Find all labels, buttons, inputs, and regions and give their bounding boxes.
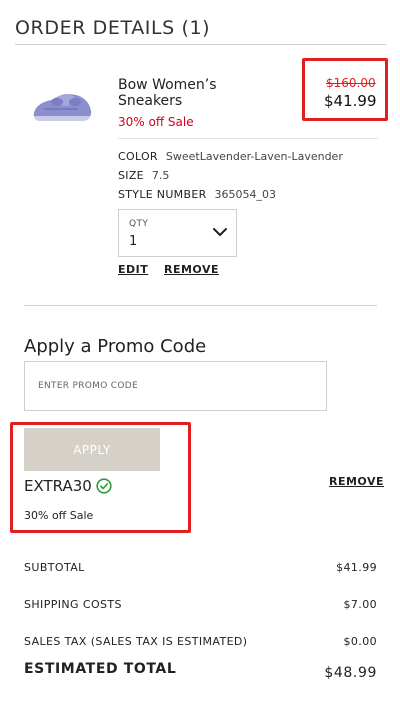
edit-item-link[interactable]: EDIT <box>118 263 148 276</box>
color-label: COLOR <box>118 150 158 163</box>
remove-promo-link[interactable]: REMOVE <box>329 475 384 488</box>
sales-tax-row: SALES TAX (SALES TAX IS ESTIMATED) $0.00 <box>24 635 377 648</box>
promo-code-input[interactable] <box>24 361 327 411</box>
size-label: SIZE <box>118 169 144 182</box>
sales-tax-value: $0.00 <box>343 635 377 648</box>
estimated-total-value: $48.99 <box>324 665 377 681</box>
subtotal-label: SUBTOTAL <box>24 561 85 574</box>
product-divider <box>118 138 378 139</box>
check-circle-icon <box>96 478 112 494</box>
style-number-attribute: STYLE NUMBER 365054_03 <box>118 188 276 201</box>
style-number-label: STYLE NUMBER <box>118 188 207 201</box>
remove-item-link[interactable]: REMOVE <box>164 263 219 276</box>
size-value: 7.5 <box>151 169 170 182</box>
apply-promo-button[interactable]: APPLY <box>24 428 160 471</box>
original-price: $160.00 <box>326 76 376 90</box>
section-divider <box>24 305 377 306</box>
quantity-value: 1 <box>129 234 138 249</box>
size-attribute: SIZE 7.5 <box>118 169 169 182</box>
subtotal-value: $41.99 <box>336 561 377 574</box>
shipping-value: $7.00 <box>343 598 377 611</box>
estimated-total-row: ESTIMATED TOTAL $48.99 <box>24 661 377 681</box>
style-number-value: 365054_03 <box>214 188 277 201</box>
quantity-label: QTY <box>129 219 149 229</box>
sales-tax-label: SALES TAX (SALES TAX IS ESTIMATED) <box>24 635 248 648</box>
estimated-total-label: ESTIMATED TOTAL <box>24 661 177 677</box>
product-name[interactable]: Bow Women’s Sneakers <box>118 77 268 109</box>
color-attribute: COLOR SweetLavender-Laven-Lavender <box>118 150 343 163</box>
sneaker-icon[interactable] <box>30 83 94 127</box>
shipping-label: SHIPPING COSTS <box>24 598 122 611</box>
product-sale-label: 30% off Sale <box>118 115 194 129</box>
chevron-down-icon <box>211 223 229 241</box>
promo-code-description: 30% off Sale <box>24 509 94 522</box>
color-value: SweetLavender-Laven-Lavender <box>165 150 343 163</box>
order-details-title: ORDER DETAILS (1) <box>15 17 211 39</box>
quantity-select[interactable]: QTY 1 <box>118 209 237 257</box>
promo-code-text: EXTRA30 <box>24 477 92 495</box>
title-divider <box>15 44 386 45</box>
subtotal-row: SUBTOTAL $41.99 <box>24 561 377 574</box>
sale-price: $41.99 <box>324 92 377 110</box>
applied-promo-code: EXTRA30 <box>24 477 112 495</box>
promo-code-heading: Apply a Promo Code <box>24 336 207 357</box>
shipping-row: SHIPPING COSTS $7.00 <box>24 598 377 611</box>
